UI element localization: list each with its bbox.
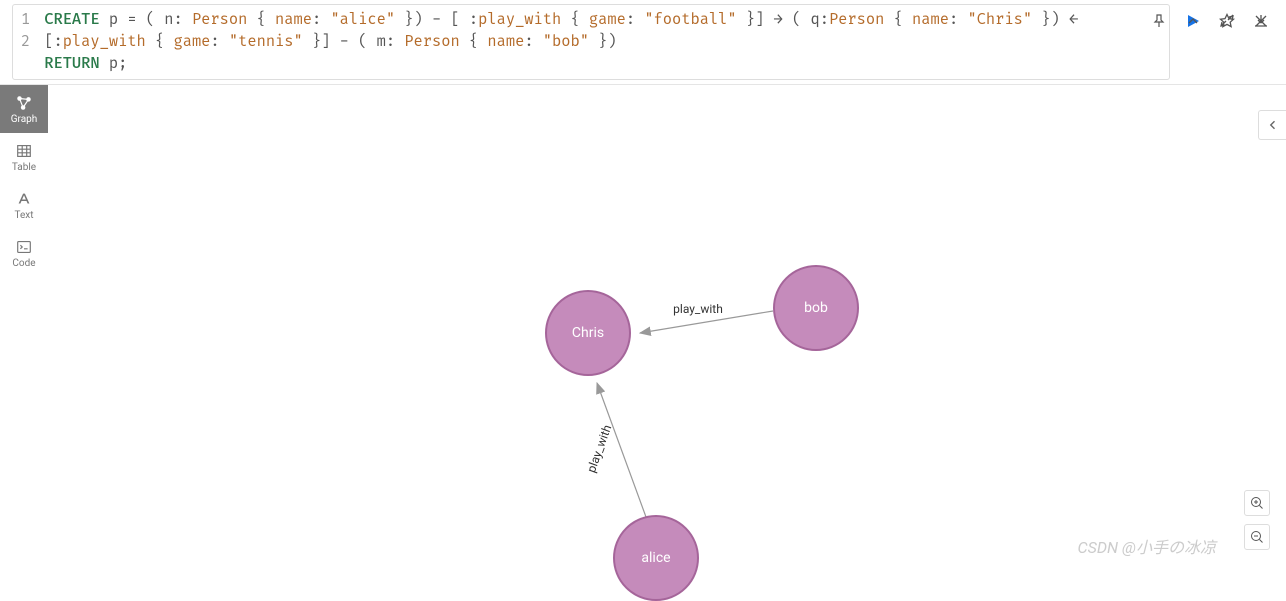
svg-text:play_with: play_with [673, 302, 723, 316]
node-alice[interactable]: alice [613, 515, 699, 601]
code-editor[interactable]: 12 CREATE p = ( n: Person { name: "alice… [12, 4, 1170, 80]
graph-canvas[interactable]: play_withplay_with Chrisbobalice [48, 85, 1286, 559]
watermark: CSDN @小手の冰凉 [1078, 534, 1216, 558]
line-gutter: 12 [21, 9, 44, 75]
tab-graph[interactable]: Graph [0, 85, 48, 133]
svg-text:play_with: play_with [584, 423, 614, 474]
pin-icon[interactable] [1148, 10, 1170, 32]
close-icon[interactable] [1250, 10, 1272, 32]
zoom-in-button[interactable] [1244, 490, 1270, 516]
node-chris[interactable]: Chris [545, 290, 631, 376]
tab-code[interactable]: Code [0, 229, 48, 277]
tab-table[interactable]: Table [0, 133, 48, 181]
node-bob[interactable]: bob [773, 265, 859, 351]
zoom-out-button[interactable] [1244, 524, 1270, 550]
sidepanel-toggle[interactable] [1258, 110, 1286, 140]
sidebar: GraphTableTextCode [0, 85, 48, 559]
tab-text[interactable]: Text [0, 181, 48, 229]
code-content[interactable]: CREATE p = ( n: Person { name: "alice" }… [44, 9, 1161, 75]
expand-icon[interactable] [1216, 10, 1238, 32]
collapse-icon[interactable] [1182, 10, 1204, 32]
